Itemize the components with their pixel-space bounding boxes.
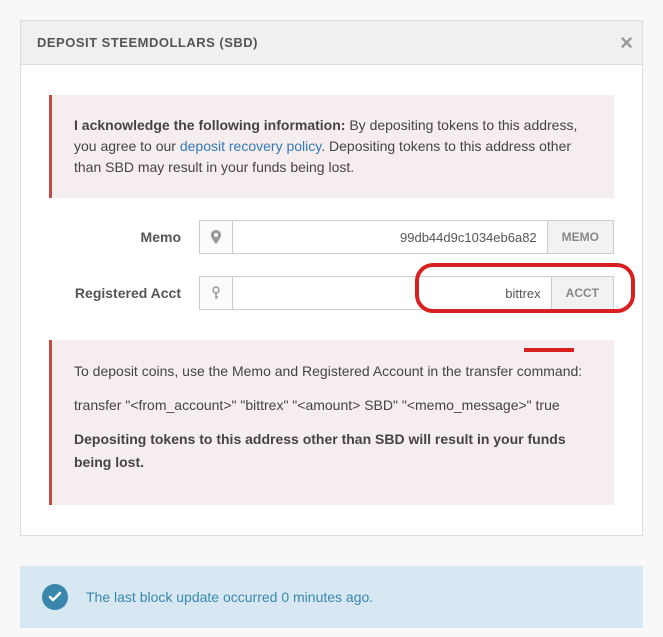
deposit-modal: DEPOSIT STEEMDOLLARS (SBD) I acknowledge… xyxy=(20,20,643,536)
close-button[interactable]: × xyxy=(620,30,633,56)
memo-input-group: MEMO xyxy=(199,220,614,254)
status-text: The last block update occurred 0 minutes… xyxy=(86,589,373,605)
acknowledge-box: I acknowledge the following information:… xyxy=(49,95,614,198)
acct-label: Registered Acct xyxy=(49,285,199,301)
recovery-policy-link[interactable]: deposit recovery policy xyxy=(180,138,321,154)
status-footer: The last block update occurred 0 minutes… xyxy=(20,566,643,628)
instructions-line1: To deposit coins, use the Memo and Regis… xyxy=(74,360,592,384)
acct-suffix: ACCT xyxy=(552,276,614,310)
acct-input[interactable] xyxy=(233,276,552,310)
acknowledge-label: I acknowledge the following information: xyxy=(74,117,345,133)
acct-row: Registered Acct ACCT xyxy=(49,276,614,310)
instructions-line2: transfer "<from_account>" "bittrex" "<am… xyxy=(74,394,592,418)
memo-label: Memo xyxy=(49,229,199,245)
instructions-line3: Depositing tokens to this address other … xyxy=(74,428,592,476)
memo-row: Memo MEMO xyxy=(49,220,614,254)
instructions-box: To deposit coins, use the Memo and Regis… xyxy=(49,340,614,505)
acct-input-group: ACCT xyxy=(199,276,614,310)
memo-suffix: MEMO xyxy=(548,220,614,254)
pin-icon xyxy=(199,220,233,254)
check-icon xyxy=(42,584,68,610)
modal-title: DEPOSIT STEEMDOLLARS (SBD) xyxy=(21,21,642,65)
modal-body: I acknowledge the following information:… xyxy=(21,65,642,535)
key-icon xyxy=(199,276,233,310)
memo-input[interactable] xyxy=(233,220,548,254)
